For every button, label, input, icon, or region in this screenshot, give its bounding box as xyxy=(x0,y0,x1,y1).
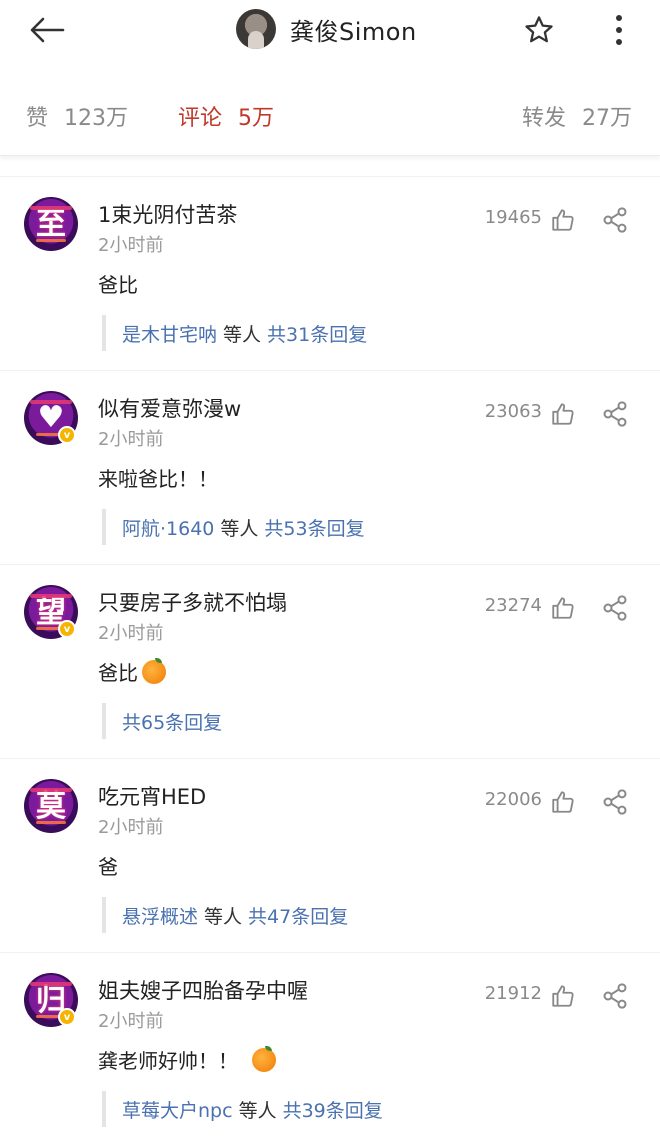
comment-text-body: 爸 xyxy=(98,855,118,879)
reposts-count: 27万 xyxy=(582,106,633,131)
comment-item: 莫 吃元宵HED 2小时前 爸 22006 悬浮概述 等人 共47条回复 xyxy=(0,758,660,952)
reply-user-link[interactable]: 草莓大户npc xyxy=(122,1096,233,1123)
comment-username[interactable]: 1束光阴付苦茶 xyxy=(98,199,237,229)
share-icon xyxy=(603,207,627,233)
comment-time: 2小时前 xyxy=(98,429,164,450)
comments-label: 评论 xyxy=(178,106,223,131)
reply-summary[interactable]: 是木甘宅呐 等人 共31条回复 xyxy=(102,315,367,351)
comment-text-body: 爸比 xyxy=(98,273,138,297)
share-icon xyxy=(603,401,627,427)
reply-summary[interactable]: 草莓大户npc 等人 共39条回复 xyxy=(102,1091,383,1127)
tab-comments[interactable]: 评论 5万 xyxy=(178,100,274,132)
like-button[interactable] xyxy=(548,399,578,429)
comment-time: 2小时前 xyxy=(98,817,164,838)
avatar-emblem: 至 xyxy=(36,207,66,242)
share-button[interactable] xyxy=(600,593,630,623)
reply-connector: 等人 xyxy=(204,905,243,928)
comments-count: 5万 xyxy=(238,106,275,131)
like-icon xyxy=(552,597,574,619)
tab-reposts[interactable]: 转发 27万 xyxy=(522,100,632,132)
avatar-emblem: 莫 xyxy=(36,789,66,824)
share-button[interactable] xyxy=(600,205,630,235)
verified-badge-icon: v xyxy=(58,1008,76,1026)
back-arrow-icon xyxy=(30,17,65,43)
comment-time: 2小时前 xyxy=(98,1011,164,1032)
comment-item: 归 v 姐夫嫂子四胎备孕中喔 2小时前 龚老师好帅！！ 21912 草莓大户np… xyxy=(0,952,660,1146)
comment-username[interactable]: 姐夫嫂子四胎备孕中喔 xyxy=(98,975,308,1005)
share-icon xyxy=(603,789,627,815)
tab-likes[interactable]: 赞 123万 xyxy=(26,100,128,132)
reply-count-link[interactable]: 共47条回复 xyxy=(248,902,348,929)
like-button[interactable] xyxy=(548,981,578,1011)
comment-item: ♥ v 似有爱意弥漫w 2小时前 来啦爸比！！ 23063 阿航·1640 等人… xyxy=(0,370,660,564)
like-count: 21912 xyxy=(484,983,542,1004)
likes-count: 123万 xyxy=(64,106,129,131)
comment-text: 爸 xyxy=(98,851,118,880)
reposts-label: 转发 xyxy=(522,106,567,131)
comment-item: 至 1束光阴付苦茶 2小时前 爸比 19465 是木甘宅呐 等人 共31条回复 xyxy=(0,176,660,370)
like-button[interactable] xyxy=(548,205,578,235)
reply-user-link[interactable]: 阿航·1640 xyxy=(122,514,214,541)
like-icon xyxy=(552,985,574,1007)
share-icon xyxy=(603,983,627,1009)
reply-connector: 等人 xyxy=(238,1099,277,1122)
like-count: 23274 xyxy=(484,595,542,616)
comment-text-body: 来啦爸比！！ xyxy=(98,467,218,491)
user-avatar[interactable]: 至 xyxy=(24,197,78,251)
like-button[interactable] xyxy=(548,593,578,623)
author-avatar[interactable] xyxy=(236,9,276,49)
reply-summary[interactable]: 悬浮概述 等人 共47条回复 xyxy=(102,897,348,933)
reply-summary[interactable]: 阿航·1640 等人 共53条回复 xyxy=(102,509,365,545)
more-options-button[interactable] xyxy=(600,10,638,50)
top-bar: 龚俊Simon xyxy=(0,0,660,60)
reply-count-link[interactable]: 共39条回复 xyxy=(283,1096,383,1123)
comment-text-body: 龚老师好帅！！ xyxy=(98,1049,238,1073)
like-icon xyxy=(552,403,574,425)
reply-count-link[interactable]: 共53条回复 xyxy=(264,514,364,541)
more-vertical-icon xyxy=(616,15,622,45)
reply-user-link[interactable]: 是木甘宅呐 xyxy=(122,320,217,347)
star-icon xyxy=(525,16,553,43)
orange-emoji-icon xyxy=(142,657,166,684)
share-button[interactable] xyxy=(600,787,630,817)
reply-connector: 等人 xyxy=(223,323,262,346)
share-icon xyxy=(603,595,627,621)
comment-text: 爸比 xyxy=(98,657,166,686)
like-count: 22006 xyxy=(484,789,542,810)
like-icon xyxy=(552,791,574,813)
comment-list: 至 1束光阴付苦茶 2小时前 爸比 19465 是木甘宅呐 等人 共31条回复 … xyxy=(0,176,660,1146)
comment-username[interactable]: 只要房子多就不怕塌 xyxy=(98,587,287,617)
comment-username[interactable]: 似有爱意弥漫w xyxy=(98,393,241,423)
like-count: 23063 xyxy=(484,401,542,422)
share-button[interactable] xyxy=(600,399,630,429)
post-author[interactable]: 龚俊Simon xyxy=(236,8,417,50)
reply-count-link[interactable]: 共31条回复 xyxy=(267,320,367,347)
like-icon xyxy=(552,209,574,231)
comment-time: 2小时前 xyxy=(98,623,164,644)
orange-emoji-icon xyxy=(252,1045,276,1072)
likes-label: 赞 xyxy=(26,106,49,131)
reply-user-link[interactable]: 悬浮概述 xyxy=(122,902,198,929)
comment-time: 2小时前 xyxy=(98,235,164,256)
user-avatar[interactable]: 莫 xyxy=(24,779,78,833)
like-count: 19465 xyxy=(484,207,542,228)
comment-username[interactable]: 吃元宵HED xyxy=(98,781,206,811)
page-title: 龚俊Simon xyxy=(290,17,417,46)
share-button[interactable] xyxy=(600,981,630,1011)
reply-connector: 等人 xyxy=(220,517,259,540)
verified-badge-icon: v xyxy=(58,426,76,444)
comment-text-body: 爸比 xyxy=(98,661,138,685)
back-button[interactable] xyxy=(24,10,70,50)
reply-count-link[interactable]: 共65条回复 xyxy=(122,708,222,735)
reply-summary[interactable]: 共65条回复 xyxy=(102,703,222,739)
comment-text: 龚老师好帅！！ xyxy=(98,1045,276,1074)
stats-tabs: 赞 123万 评论 5万 转发 27万 xyxy=(0,60,660,156)
comment-item: 望 v 只要房子多就不怕塌 2小时前 爸比 23274 共65条回复 xyxy=(0,564,660,758)
comment-text: 爸比 xyxy=(98,269,138,298)
comment-text: 来啦爸比！！ xyxy=(98,463,218,492)
verified-badge-icon: v xyxy=(58,620,76,638)
like-button[interactable] xyxy=(548,787,578,817)
favorite-button[interactable] xyxy=(518,10,560,50)
